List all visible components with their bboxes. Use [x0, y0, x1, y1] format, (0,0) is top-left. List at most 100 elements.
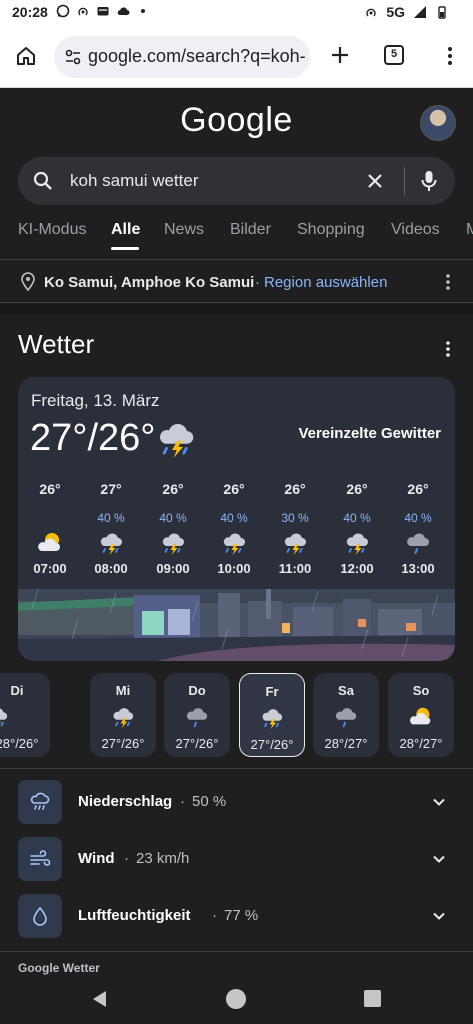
weather-card: Freitag, 13. März 27°/26° Vereinzelte Ge…: [18, 377, 455, 661]
partly-cloudy-sun-icon: [408, 704, 434, 730]
hour-temperature: 26°: [223, 481, 245, 497]
day-temperature: 27°/26°: [250, 737, 294, 752]
metric-label: Luftfeuchtigkeit: [78, 907, 191, 924]
thunderstorm-icon: [259, 705, 285, 731]
thunderstorm-icon: [0, 704, 10, 730]
chevron-down-icon[interactable]: [431, 794, 447, 810]
search-box[interactable]: koh samui wetter: [18, 157, 455, 205]
close-icon[interactable]: [364, 170, 386, 192]
current-temperature: 27°/26°: [30, 417, 156, 459]
region-link[interactable]: Region auswählen: [264, 274, 387, 291]
google-logo[interactable]: Google: [0, 101, 473, 140]
day-temperature: 27°/26°: [175, 736, 219, 751]
location-pin-icon: [21, 272, 35, 292]
hour-time: 13:00: [401, 561, 435, 576]
precip-chance: 40 %: [159, 511, 187, 525]
more-vert-icon[interactable]: [438, 44, 462, 68]
precip-chance: 40 %: [220, 511, 248, 525]
rain-cloud-icon: [184, 704, 210, 730]
home-icon[interactable]: [14, 44, 38, 68]
tab-shopping[interactable]: Shopping: [297, 221, 365, 239]
recents-button[interactable]: [364, 990, 381, 1007]
tab-news[interactable]: News: [164, 221, 204, 239]
browser-toolbar: google.com/search?q=koh- 5: [0, 26, 473, 88]
metric-separator: ·: [124, 850, 129, 867]
hour-temperature: 27°: [100, 481, 122, 497]
day-tab-di[interactable]: Di 28°/26°: [0, 673, 50, 757]
dot-icon: [141, 9, 145, 13]
day-temperature: 27°/26°: [101, 736, 145, 751]
metric-row-niederschlag[interactable]: Niederschlag · 50 %: [18, 780, 455, 826]
metric-row-wind[interactable]: Wind · 23 km/h: [18, 837, 455, 883]
partly-cloudy-sun-icon: [36, 529, 64, 557]
day-name: Di: [10, 683, 24, 698]
status-time: 20:28: [12, 4, 48, 20]
avatar[interactable]: [420, 105, 456, 141]
thunderstorm-icon: [343, 529, 371, 557]
url-text[interactable]: google.com/search?q=koh-: [88, 46, 306, 67]
hourly-item: 26° 40 % 12:00: [335, 481, 379, 576]
precip-chance: 40 %: [343, 511, 371, 525]
tab-videos[interactable]: Videos: [391, 221, 440, 239]
signal-icon: [414, 6, 426, 18]
thunderstorm-icon: [97, 529, 125, 557]
metric-value: 77 %: [224, 907, 259, 924]
wind-icon: [18, 837, 62, 881]
weather-date: Freitag, 13. März: [31, 391, 160, 410]
daily-forecast: Di 28°/26° Mi 27°/26° Do 27°/26° Fr 27°/26° Sa 28…: [0, 673, 473, 759]
hour-time: 07:00: [33, 561, 67, 576]
thunderstorm-icon: [159, 529, 187, 557]
wallet-icon: [97, 7, 109, 16]
chevron-down-icon[interactable]: [431, 908, 447, 924]
home-button[interactable]: [226, 989, 246, 1009]
day-temperature: 28°/26°: [0, 736, 39, 751]
hotspot-icon: [366, 8, 377, 17]
rain-icon: [18, 780, 62, 824]
status-bar: 20:28 5G: [0, 0, 473, 26]
tab-bilder[interactable]: Bilder: [230, 221, 271, 239]
day-tab-sa[interactable]: Sa 28°/27°: [313, 673, 379, 757]
microphone-icon[interactable]: [418, 169, 440, 193]
back-icon[interactable]: [90, 989, 110, 1009]
hourly-item: 26° 40 % 09:00: [151, 481, 195, 576]
location-row: Ko Samui, Amphoe Ko Samui · Region auswä…: [0, 259, 473, 303]
metric-row-luftfeuchtigkeit[interactable]: Luftfeuchtigkeit · 77 %: [18, 894, 455, 940]
more-vert-icon[interactable]: [444, 339, 452, 359]
day-tab-so[interactable]: So 28°/27°: [388, 673, 454, 757]
day-tab-mi[interactable]: Mi 27°/26°: [90, 673, 156, 757]
precip-chance: [28, 511, 72, 527]
metric-value: 23 km/h: [136, 850, 190, 867]
search-input[interactable]: koh samui wetter: [70, 171, 199, 191]
site-settings-icon[interactable]: [64, 48, 82, 66]
tab-alle[interactable]: Alle: [111, 221, 140, 239]
rain-cloud-icon: [404, 529, 432, 557]
hour-temperature: 26°: [39, 481, 61, 497]
day-name: Mi: [115, 683, 131, 698]
metric-value: 50 %: [192, 793, 227, 810]
weather-source[interactable]: Google Wetter: [18, 961, 100, 975]
new-tab-icon[interactable]: [328, 43, 352, 67]
active-tab-indicator: [111, 247, 139, 250]
metric-label: Wind: [78, 850, 115, 867]
day-name: Fr: [265, 684, 279, 699]
chevron-down-icon[interactable]: [431, 851, 447, 867]
hour-temperature: 26°: [162, 481, 184, 497]
day-tab-do[interactable]: Do 27°/26°: [164, 673, 230, 757]
hourly-item: 26° 07:00: [28, 481, 72, 576]
hourly-item: 26° 30 % 11:00: [273, 481, 317, 576]
address-bar[interactable]: google.com/search?q=koh-: [54, 36, 310, 78]
more-vert-icon[interactable]: [444, 272, 452, 292]
hourly-item: 26° 40 % 10:00: [212, 481, 256, 576]
tab-more[interactable]: M: [466, 221, 473, 239]
hour-time: 12:00: [340, 561, 374, 576]
hour-time: 10:00: [217, 561, 251, 576]
section-divider: [0, 304, 473, 314]
hour-temperature: 26°: [407, 481, 429, 497]
tab-switcher-button[interactable]: 5: [384, 45, 404, 65]
tab-ki-modus[interactable]: KI-Modus: [18, 221, 86, 239]
thunderstorm-icon: [110, 704, 136, 730]
day-tab-fr[interactable]: Fr 27°/26°: [239, 673, 305, 757]
location-label: Ko Samui, Amphoe Ko Samui: [44, 274, 255, 291]
location-separator: ·: [255, 274, 260, 291]
day-temperature: 28°/27°: [324, 736, 368, 751]
